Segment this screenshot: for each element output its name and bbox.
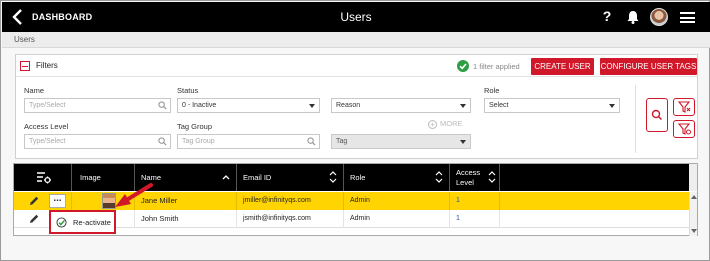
clear-filter-button[interactable]	[673, 98, 695, 116]
search-icon	[651, 109, 663, 121]
more-filters-link[interactable]: + MORE	[428, 119, 463, 129]
row-role: Admin	[344, 192, 450, 210]
filter-clear-icon	[677, 101, 691, 113]
scroll-up-icon[interactable]	[691, 195, 697, 199]
column-role-label: Role	[350, 173, 366, 182]
row-email: jmiller@infinityqs.com	[237, 192, 344, 210]
pencil-icon[interactable]	[28, 195, 40, 207]
filter-panel: Filters 1 filter applied CREATE USER CON…	[15, 54, 698, 159]
search-icon	[307, 137, 316, 146]
column-access-label-line1: Access	[456, 168, 481, 177]
apply-search-button[interactable]	[646, 98, 668, 132]
column-image-label: Image	[80, 173, 101, 182]
role-select[interactable]: Select	[484, 98, 620, 113]
chevron-up-icon[interactable]	[222, 170, 230, 184]
reactivate-menu-item[interactable]: Re-activate	[49, 210, 116, 234]
status-select-value: 0 - Inactive	[182, 102, 217, 109]
create-user-button[interactable]: CREATE USER	[531, 58, 594, 75]
sort-icon[interactable]	[435, 170, 443, 184]
column-access-label-line2: Level	[456, 178, 474, 187]
column-email-label: Email ID	[243, 173, 272, 182]
list-settings-icon	[37, 172, 51, 184]
bell-icon[interactable]	[625, 9, 641, 25]
more-label: MORE	[440, 119, 463, 128]
tag-group-field[interactable]: Tag Group	[177, 134, 320, 149]
chevron-down-icon	[309, 104, 315, 108]
more-options-button[interactable]: ...	[49, 194, 66, 208]
avatar[interactable]	[650, 8, 668, 26]
row-name: John Smith	[135, 210, 237, 228]
role-select-value: Select	[489, 102, 509, 109]
name-label: Name	[24, 86, 45, 95]
filters-title: Filters	[36, 61, 58, 70]
filter-header: Filters 1 filter applied CREATE USER CON…	[16, 55, 697, 77]
app-frame: DASHBOARD Users ? Users Filters 1 filter…	[0, 0, 710, 261]
row-email: jsmith@infinityqs.com	[237, 210, 344, 228]
access-level-label: Access Level	[24, 122, 69, 131]
filters-applied-count: 1 filter applied	[473, 62, 520, 71]
row-role: Admin	[344, 210, 450, 228]
name-field[interactable]: Type/Select	[24, 98, 171, 113]
scroll-down-icon[interactable]	[691, 229, 697, 233]
column-settings[interactable]	[14, 164, 72, 191]
search-icon	[158, 137, 167, 146]
row-access-level[interactable]: 1	[450, 210, 500, 228]
tag-group-label: Tag Group	[177, 122, 213, 131]
tag-group-placeholder: Tag Group	[182, 138, 215, 145]
access-level-field[interactable]: Type/Select	[24, 134, 171, 149]
column-role[interactable]: Role	[344, 164, 450, 191]
plus-circle-icon: +	[428, 119, 437, 129]
chevron-down-icon	[460, 104, 466, 108]
filter-settings-icon	[677, 123, 691, 135]
row-access-level[interactable]: 1	[450, 192, 500, 210]
tag-select-value: Tag	[336, 138, 348, 145]
column-access-level[interactable]: Access Level	[450, 164, 500, 191]
check-circle-icon	[457, 60, 469, 72]
reason-select[interactable]: Reason	[331, 98, 471, 113]
menu-icon[interactable]	[680, 12, 695, 23]
status-label: Status	[177, 86, 199, 95]
breadcrumb-bar: Users	[2, 32, 710, 48]
chevron-down-icon	[609, 104, 615, 108]
reactivate-label: Re-activate	[73, 218, 111, 227]
tag-select: Tag	[331, 134, 471, 149]
filter-actions	[635, 85, 698, 153]
configure-user-tags-button[interactable]: CONFIGURE USER TAGS	[600, 58, 697, 75]
name-field-placeholder: Type/Select	[29, 102, 66, 109]
status-select[interactable]: 0 - Inactive	[177, 98, 320, 113]
column-email[interactable]: Email ID	[237, 164, 344, 191]
chevron-down-icon	[460, 140, 466, 144]
breadcrumb: Users	[14, 35, 35, 44]
reactivate-icon	[56, 217, 67, 228]
access-level-placeholder: Type/Select	[29, 138, 66, 145]
column-access-level-label: Access Level	[456, 168, 480, 188]
sort-icon[interactable]	[329, 170, 337, 184]
role-label: Role	[484, 86, 500, 95]
header-scroll-cap	[689, 164, 697, 191]
pencil-icon[interactable]	[28, 213, 40, 225]
search-icon	[158, 101, 167, 110]
help-icon[interactable]: ?	[599, 8, 615, 24]
reason-select-value: Reason	[336, 102, 361, 109]
advanced-filter-button[interactable]	[673, 120, 695, 138]
sort-icon[interactable]	[488, 170, 496, 184]
collapse-filters-icon[interactable]	[20, 61, 30, 71]
row-actions: ...	[14, 192, 72, 210]
vertical-scrollbar[interactable]	[689, 192, 697, 236]
top-bar: DASHBOARD Users ?	[2, 2, 710, 32]
callout-arrow-icon	[115, 183, 153, 207]
